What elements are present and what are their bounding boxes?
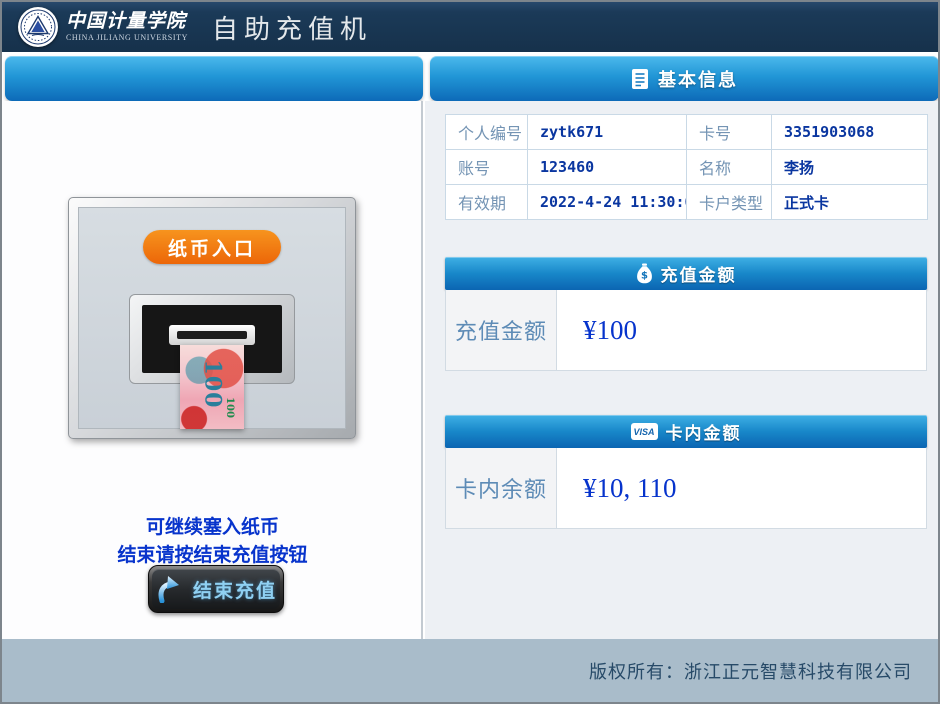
card-balance-label: 卡内余额 <box>446 448 557 528</box>
university-name-block: 中国计量学院 CHINA JILIANG UNIVERSITY <box>66 12 188 42</box>
field-value-account: 123460 <box>528 150 687 185</box>
svg-text:$: $ <box>641 271 648 282</box>
field-value-name: 李扬 <box>772 150 928 185</box>
field-label-name: 名称 <box>687 150 772 185</box>
banknote-denomination: 100 <box>199 360 225 409</box>
field-value-card-no: 3351903068 <box>772 115 928 150</box>
cash-slot-recess: 100 100 <box>142 305 282 373</box>
card-balance-row: 卡内余额 ¥10, 110 <box>445 448 927 529</box>
curved-arrow-up-icon <box>155 575 181 603</box>
recharge-amount-header: $ 充值金额 <box>445 257 927 290</box>
field-value-expiry: 2022-4-24 11:30:01 <box>528 185 687 220</box>
table-row: 有效期 2022-4-24 11:30:01 卡户类型 正式卡 <box>446 185 928 220</box>
recharge-amount-row: 充值金额 ¥100 <box>445 290 927 371</box>
field-label-card-type: 卡户类型 <box>687 185 772 220</box>
bill-entrance-badge: 纸币入口 <box>143 230 281 264</box>
table-row: 账号 123460 名称 李扬 <box>446 150 928 185</box>
card-balance-section: VISA 卡内金额 卡内余额 ¥10, 110 <box>445 415 927 529</box>
visa-card-icon: VISA <box>631 423 658 440</box>
banknote-denomination-small: 100 <box>224 397 235 418</box>
university-emblem-icon <box>20 9 56 45</box>
card-balance-header: VISA 卡内金额 <box>445 415 927 448</box>
field-value-person-id: zytk671 <box>528 115 687 150</box>
basic-info-title: 基本信息 <box>658 66 738 92</box>
cash-acceptor-graphic: 纸币入口 100 100 <box>68 197 356 439</box>
cash-slot-plate <box>169 325 255 345</box>
card-balance-title: 卡内金额 <box>666 419 742 444</box>
cash-insert-panel: 纸币入口 100 100 可继续塞入纸币 结束请按结束充值按钮 <box>2 101 423 639</box>
university-logo <box>18 7 58 47</box>
cash-acceptor-face: 纸币入口 100 100 <box>78 207 346 429</box>
field-label-person-id: 个人编号 <box>446 115 528 150</box>
left-panel-header-bar <box>5 56 423 101</box>
cash-slot: 100 100 <box>129 294 295 384</box>
field-value-card-type: 正式卡 <box>772 185 928 220</box>
recharge-machine-app: 中国计量学院 CHINA JILIANG UNIVERSITY 自助充值机 基本… <box>0 0 940 704</box>
instruction-text: 可继续塞入纸币 结束请按结束充值按钮 <box>2 514 423 570</box>
basic-info-table: 个人编号 zytk671 卡号 3351903068 账号 123460 名称 … <box>445 114 928 220</box>
footer: 版权所有：浙江正元智慧科技有限公司 <box>2 639 938 702</box>
recharge-amount-label: 充值金额 <box>446 290 557 370</box>
finish-recharge-button-label: 结束充值 <box>193 576 277 603</box>
instruction-line-1: 可继续塞入纸币 <box>2 514 423 542</box>
app-header: 中国计量学院 CHINA JILIANG UNIVERSITY 自助充值机 <box>2 2 938 52</box>
recharge-amount-section: $ 充值金额 充值金额 ¥100 <box>445 257 927 371</box>
banknote-image: 100 100 <box>180 345 244 429</box>
recharge-amount-title: 充值金额 <box>661 261 737 286</box>
document-icon <box>631 68 649 90</box>
cash-slot-opening <box>177 331 247 339</box>
money-bag-icon: $ <box>636 263 653 284</box>
copyright-text: 版权所有：浙江正元智慧科技有限公司 <box>589 658 912 684</box>
recharge-amount-value: ¥100 <box>557 290 926 370</box>
card-balance-value: ¥10, 110 <box>557 448 926 528</box>
field-label-account: 账号 <box>446 150 528 185</box>
info-panel: 个人编号 zytk671 卡号 3351903068 账号 123460 名称 … <box>425 101 938 639</box>
finish-recharge-button[interactable]: 结束充值 <box>148 565 284 613</box>
field-label-card-no: 卡号 <box>687 115 772 150</box>
finish-recharge-button-face: 结束充值 <box>152 569 280 609</box>
university-name-cn: 中国计量学院 <box>66 12 188 31</box>
university-name-en: CHINA JILIANG UNIVERSITY <box>66 34 188 42</box>
field-label-expiry: 有效期 <box>446 185 528 220</box>
table-row: 个人编号 zytk671 卡号 3351903068 <box>446 115 928 150</box>
basic-info-header-bar: 基本信息 <box>430 56 939 101</box>
page-title: 自助充值机 <box>212 9 372 46</box>
